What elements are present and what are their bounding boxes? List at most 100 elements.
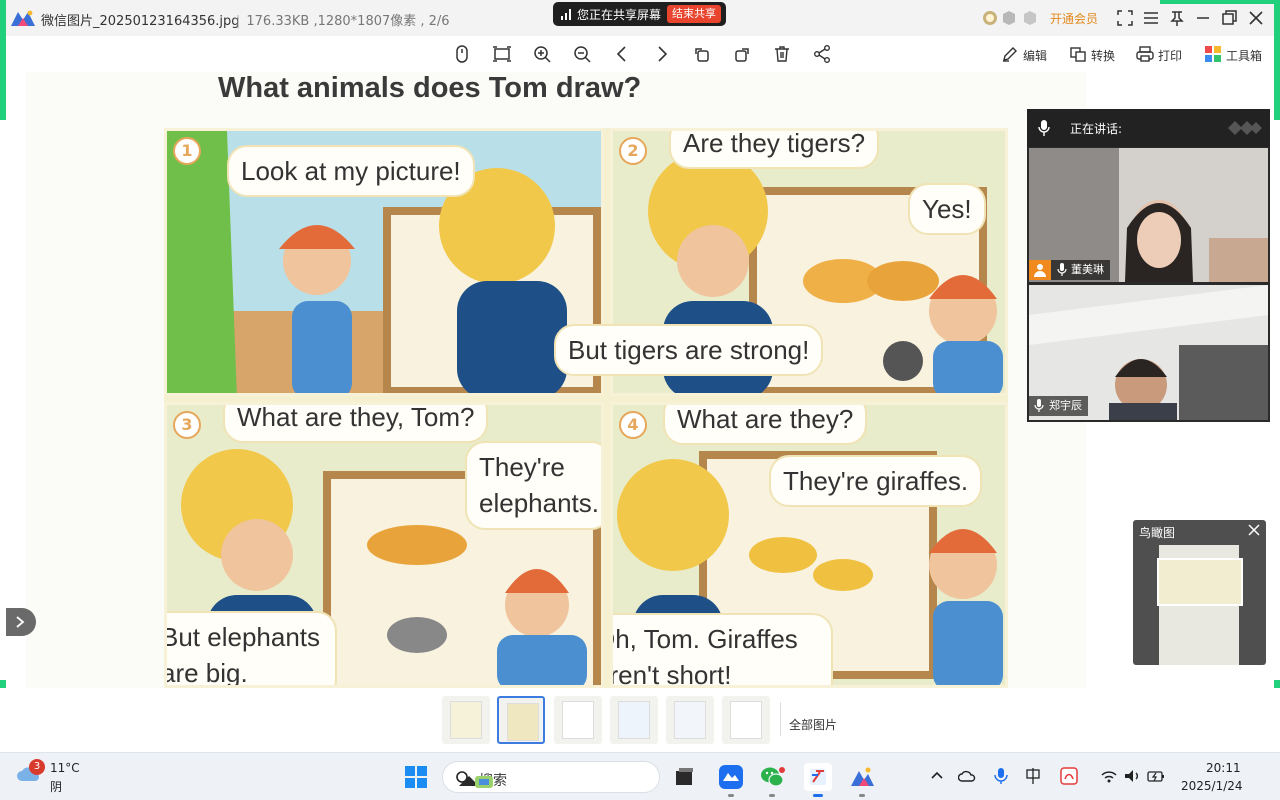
print-button[interactable]: 打印 bbox=[1136, 45, 1186, 65]
mic-icon bbox=[1057, 263, 1067, 276]
rotate-right-icon[interactable] bbox=[732, 44, 752, 64]
wifi-icon[interactable] bbox=[1100, 767, 1118, 785]
print-icon bbox=[1136, 46, 1154, 62]
avatar-badges-icon bbox=[983, 11, 1036, 25]
user-icon-bg bbox=[1029, 260, 1051, 280]
mouse-icon[interactable] bbox=[452, 44, 472, 64]
thumbnail[interactable] bbox=[554, 696, 602, 744]
search-highlight-icon bbox=[459, 776, 493, 788]
minimap-viewport[interactable] bbox=[1157, 558, 1243, 606]
zoom-out-icon[interactable] bbox=[572, 44, 592, 64]
signal-icon bbox=[561, 9, 571, 20]
convert-label: 转换 bbox=[1091, 49, 1116, 63]
speaking-header: 正在讲话: bbox=[1027, 109, 1270, 147]
weather-temperature[interactable]: 11°C bbox=[50, 761, 80, 775]
edit-label: 编辑 bbox=[1023, 49, 1048, 63]
toolbox-button[interactable]: 工具箱 bbox=[1204, 45, 1268, 65]
comic-panel-4: 4 What are they? They're giraffes. Oh, T… bbox=[610, 402, 1008, 688]
minimize-icon[interactable] bbox=[1192, 7, 1214, 29]
participant-name: 董美琳 bbox=[1071, 263, 1104, 276]
speech-bubble: They're giraffes. bbox=[769, 455, 983, 508]
stop-share-button[interactable]: 结束共享 bbox=[667, 5, 721, 23]
image-toolbar: 编辑 转换 打印 工具箱 bbox=[0, 36, 1280, 72]
zoom-in-icon[interactable] bbox=[532, 44, 552, 64]
share-border bbox=[0, 0, 6, 120]
active-indicator bbox=[813, 794, 823, 797]
close-icon[interactable] bbox=[1245, 7, 1267, 29]
strip-divider bbox=[780, 702, 781, 736]
share-icon[interactable] bbox=[812, 44, 832, 64]
screen-share-indicator: 您正在共享屏幕 结束共享 bbox=[553, 2, 726, 26]
thumbnail[interactable] bbox=[610, 696, 658, 744]
meeting-app[interactable] bbox=[717, 763, 745, 797]
rotate-left-icon[interactable] bbox=[692, 44, 712, 64]
app-logo-icon bbox=[11, 10, 35, 26]
participant-video[interactable]: 董美琳 bbox=[1029, 148, 1268, 282]
expand-sidebar-button[interactable] bbox=[6, 608, 36, 636]
fullscreen-icon[interactable] bbox=[1114, 7, 1136, 29]
fit-screen-icon[interactable] bbox=[492, 44, 512, 64]
overview-minimap[interactable]: 鸟瞰图 bbox=[1133, 520, 1266, 665]
thumbnail[interactable] bbox=[722, 696, 770, 744]
bubble-line: are big. bbox=[164, 658, 248, 688]
participant-video[interactable]: 郑宇辰 bbox=[1029, 285, 1268, 420]
chevron-right-icon bbox=[16, 616, 25, 628]
image-viewer-app[interactable] bbox=[848, 763, 876, 797]
panel-1-number: 1 bbox=[173, 137, 201, 165]
thumbnail-active[interactable] bbox=[497, 696, 545, 744]
task-view-icon bbox=[676, 768, 693, 785]
chevron-up-icon[interactable] bbox=[928, 767, 946, 785]
participant-name-tag: 郑宇辰 bbox=[1029, 396, 1088, 416]
taskbar-search[interactable]: 搜索 bbox=[442, 761, 660, 793]
speech-bubble: What are they? bbox=[663, 405, 868, 446]
wps-icon[interactable] bbox=[1060, 767, 1078, 785]
panel-4-number: 4 bbox=[619, 411, 647, 439]
bubble-line: Oh, Tom. Giraffes bbox=[610, 624, 798, 654]
edit-button[interactable]: 编辑 bbox=[1001, 45, 1051, 65]
speech-bubble: Are they tigers? bbox=[669, 131, 880, 170]
delete-icon[interactable] bbox=[772, 44, 792, 64]
speech-bubble: But elephants are big. bbox=[164, 611, 337, 688]
convert-button[interactable]: 转换 bbox=[1069, 45, 1119, 65]
participant-name-tag: 董美琳 bbox=[1029, 260, 1110, 280]
file-info-text: 176.33KB ,1280*1807像素 , 2/6 bbox=[246, 14, 450, 29]
clock-date[interactable]: 2025/1/24 bbox=[1181, 779, 1243, 793]
next-icon[interactable] bbox=[652, 44, 672, 64]
speaking-label: 正在讲话: bbox=[1070, 122, 1123, 136]
page-title: What animals does Tom draw? bbox=[218, 72, 642, 104]
share-border bbox=[1274, 0, 1280, 120]
weather-condition[interactable]: 阴 bbox=[50, 778, 62, 795]
menu-icon[interactable] bbox=[1140, 7, 1162, 29]
wechat-app[interactable] bbox=[758, 763, 786, 797]
battery-icon[interactable] bbox=[1147, 767, 1165, 785]
file-name: 微信图片_20250123164356.jpg bbox=[41, 14, 240, 29]
onedrive-icon[interactable] bbox=[958, 767, 976, 785]
thumbnail[interactable] bbox=[442, 696, 490, 744]
bubble-line: elephants. bbox=[479, 488, 599, 519]
bubble-line: They're bbox=[479, 452, 565, 482]
print-label: 打印 bbox=[1158, 49, 1183, 63]
toolbox-label: 工具箱 bbox=[1226, 49, 1263, 63]
taskview-app[interactable] bbox=[670, 763, 698, 791]
file-info: | 176.33KB ,1280*1807像素 , 2/6 bbox=[236, 14, 450, 29]
close-icon[interactable] bbox=[1248, 524, 1260, 536]
all-pictures-button[interactable]: 全部图片 bbox=[789, 716, 837, 733]
restore-icon[interactable] bbox=[1218, 7, 1240, 29]
minimap-title: 鸟瞰图 bbox=[1139, 526, 1176, 540]
microphone-tray-icon[interactable] bbox=[992, 767, 1010, 785]
windows-start-icon[interactable] bbox=[404, 765, 428, 789]
previous-icon[interactable] bbox=[612, 44, 632, 64]
pin-icon[interactable] bbox=[1166, 7, 1188, 29]
edit-icon bbox=[1003, 47, 1017, 62]
tencent-meeting-icon bbox=[719, 765, 743, 789]
bubble-line: aren't short! bbox=[610, 660, 732, 688]
open-vip-link[interactable]: 开通会员 bbox=[1050, 10, 1098, 27]
whiteboard-app[interactable] bbox=[804, 763, 832, 797]
user-icon bbox=[1034, 264, 1046, 277]
speech-bubble: Look at my picture! bbox=[227, 145, 475, 198]
volume-icon[interactable] bbox=[1123, 767, 1141, 785]
clock-time[interactable]: 20:11 bbox=[1206, 761, 1241, 775]
thumbnail[interactable] bbox=[666, 696, 714, 744]
input-method-icon[interactable] bbox=[1024, 767, 1042, 785]
microphone-icon bbox=[1038, 120, 1050, 136]
